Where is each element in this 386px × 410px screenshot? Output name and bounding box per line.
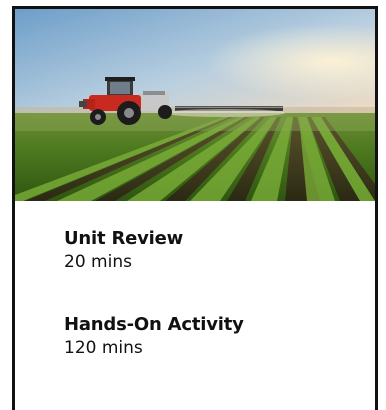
activity-card: Unit Review 20 mins Hands-On Activity 12… <box>12 6 378 410</box>
list-item: Unit Review 20 mins <box>64 227 244 273</box>
list-item: Hands-On Activity 120 mins <box>64 313 244 359</box>
hero-image <box>15 9 375 201</box>
item-title: Hands-On Activity <box>64 314 244 335</box>
item-duration: 20 mins <box>64 252 132 272</box>
item-title: Unit Review <box>64 228 184 249</box>
activity-list: Unit Review 20 mins Hands-On Activity 12… <box>64 227 244 399</box>
item-duration: 120 mins <box>64 338 143 358</box>
